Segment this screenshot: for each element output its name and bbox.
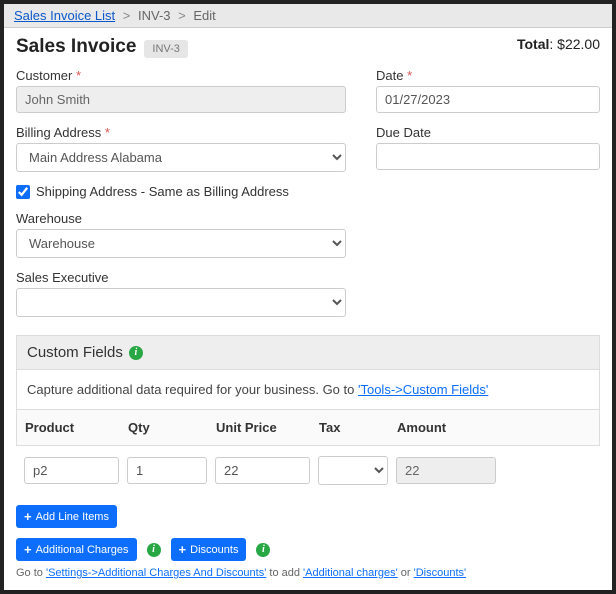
terms-label: Terms And Conditions (16, 589, 416, 590)
hint-link-charges[interactable]: 'Additional charges' (303, 567, 398, 579)
customer-field[interactable] (16, 86, 346, 113)
col-qty: Qty (128, 420, 208, 435)
custom-fields-link[interactable]: 'Tools->Custom Fields' (358, 382, 488, 397)
breadcrumb: Sales Invoice List > INV-3 > Edit (4, 4, 612, 28)
exec-label: Sales Executive (16, 270, 346, 285)
custom-fields-body: Capture additional data required for you… (16, 370, 600, 410)
page-title: Sales Invoice (16, 36, 136, 58)
duedate-label: Due Date (376, 125, 600, 140)
customer-label: Customer * (16, 68, 346, 83)
line-item-row (16, 446, 600, 495)
discounts-button[interactable]: + Discounts (171, 538, 247, 561)
charges-hint: Go to 'Settings->Additional Charges And … (16, 567, 600, 579)
col-product: Product (25, 420, 120, 435)
item-price-field[interactable] (215, 457, 310, 484)
breadcrumb-sep: > (119, 8, 135, 23)
breadcrumb-sep: > (174, 8, 190, 23)
hint-link-settings[interactable]: 'Settings->Additional Charges And Discou… (46, 567, 266, 579)
info-icon[interactable]: i (256, 543, 270, 557)
total-display: Total: $22.00 (517, 36, 600, 52)
plus-icon: + (179, 543, 187, 556)
info-icon[interactable]: i (147, 543, 161, 557)
item-qty-field[interactable] (127, 457, 207, 484)
total-value: $22.00 (557, 36, 600, 52)
date-label: Date * (376, 68, 600, 83)
plus-icon: + (24, 543, 32, 556)
shipping-same-label: Shipping Address - Same as Billing Addre… (36, 184, 289, 199)
date-field[interactable] (376, 86, 600, 113)
info-icon[interactable]: i (129, 346, 143, 360)
hint-link-discounts[interactable]: 'Discounts' (414, 567, 467, 579)
item-tax-select[interactable] (318, 456, 388, 485)
col-tax: Tax (319, 420, 389, 435)
custom-fields-header: Custom Fields i (16, 335, 600, 370)
warehouse-label: Warehouse (16, 211, 346, 226)
duedate-field[interactable] (376, 143, 600, 170)
col-amount: Amount (397, 420, 497, 435)
custom-fields-desc: Capture additional data required for you… (27, 382, 358, 397)
exec-select[interactable] (16, 288, 346, 317)
total-label: Total (517, 36, 549, 52)
add-charges-button[interactable]: + Additional Charges (16, 538, 137, 561)
breadcrumb-item: INV-3 (138, 8, 171, 23)
breadcrumb-root-link[interactable]: Sales Invoice List (14, 8, 115, 23)
item-product-field[interactable] (24, 457, 119, 484)
item-amount-field (396, 457, 496, 484)
col-price: Unit Price (216, 420, 311, 435)
custom-fields-title: Custom Fields (27, 344, 123, 361)
plus-icon: + (24, 510, 32, 523)
add-line-button[interactable]: + Add Line Items (16, 505, 117, 528)
invoice-badge: INV-3 (144, 40, 188, 58)
warehouse-select[interactable]: Warehouse (16, 229, 346, 258)
comments-label: Comments (446, 589, 600, 590)
billing-select[interactable]: Main Address Alabama (16, 143, 346, 172)
shipping-same-checkbox[interactable] (16, 185, 30, 199)
breadcrumb-action: Edit (193, 8, 215, 23)
billing-label: Billing Address * (16, 125, 346, 140)
